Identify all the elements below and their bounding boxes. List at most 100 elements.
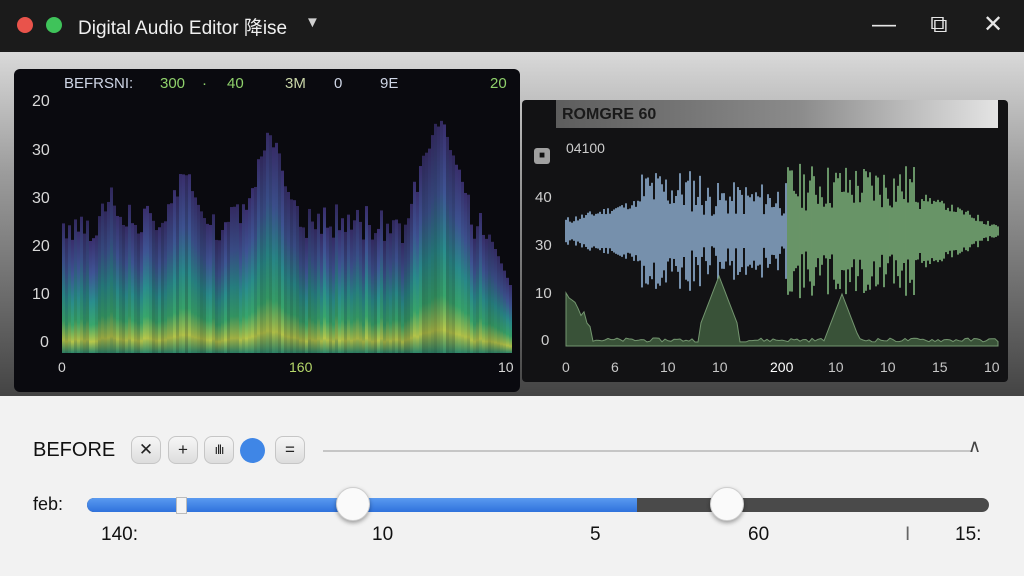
spectrogram-column <box>239 223 242 353</box>
zoom-window-dot[interactable] <box>46 17 62 33</box>
spectrogram-column <box>242 204 245 353</box>
spectrogram-column <box>272 147 275 353</box>
spectrogram-column <box>128 204 131 353</box>
chevron-down-icon[interactable]: ▼ <box>305 14 320 31</box>
spectrogram-column <box>353 220 356 353</box>
scale-label: 60 <box>748 524 770 545</box>
spectrogram-column <box>122 224 125 353</box>
spectrogram-column <box>140 232 143 353</box>
spectrogram-column <box>269 135 272 353</box>
spectrogram-column <box>425 152 428 353</box>
spectrogram-column <box>422 155 425 353</box>
spectrogram-column <box>284 186 287 353</box>
spectrogram-column <box>245 209 248 353</box>
spectrogram-column <box>377 228 380 353</box>
spectrogram-column <box>62 223 65 353</box>
spectrogram-column <box>482 234 485 353</box>
spectrogram-plot <box>62 120 512 354</box>
spectrogram-column <box>80 216 83 353</box>
waveform-plot <box>565 163 999 347</box>
spectrogram-column <box>95 235 98 353</box>
scale-label: 140: <box>101 524 138 545</box>
spectrogram-column <box>218 240 221 353</box>
slider-thumb-start[interactable] <box>336 487 370 521</box>
before-slider-track[interactable] <box>323 450 973 452</box>
spectrogram-column <box>431 135 434 353</box>
waveform-tool-button[interactable]: ıllı <box>204 436 234 464</box>
spectrogram-column <box>359 221 362 353</box>
x-tick-label: 10 <box>660 359 676 375</box>
spectrogram-column <box>65 238 68 353</box>
spectrogram-column <box>143 208 146 353</box>
spectrogram-column <box>89 240 92 353</box>
x-tick-label: 10 <box>828 359 844 375</box>
spectrogram-column <box>326 227 329 353</box>
spectrogram-column <box>386 223 389 353</box>
close-button[interactable]: ✕ <box>978 10 1008 40</box>
spectrogram-column <box>419 166 422 353</box>
app-title: Digital Audio Editor 降ise <box>78 18 288 39</box>
spectrogram-column <box>170 203 173 353</box>
spectrogram-column <box>491 241 494 353</box>
spectrogram-column <box>488 234 491 353</box>
spectrogram-column <box>344 231 347 353</box>
before-slider-marker[interactable]: ∧ <box>968 436 981 457</box>
spectrogram-column <box>290 199 293 353</box>
spectrogram-column <box>302 227 305 353</box>
title-bar: Digital Audio Editor 降ise ▼ — ⧉ ✕ <box>0 0 1024 52</box>
spectrogram-column <box>317 213 320 353</box>
spectrogram-column <box>158 227 161 353</box>
spectrogram-column <box>266 132 269 353</box>
spectrogram-column <box>206 223 209 353</box>
add-tool-button[interactable]: + <box>168 436 198 464</box>
spectrogram-column <box>260 156 263 353</box>
spectrogram-column <box>278 153 281 353</box>
spectrogram-column <box>479 213 482 353</box>
spectrogram-column <box>356 209 359 353</box>
spectrogram-column <box>332 237 335 353</box>
slider-tick-mark[interactable] <box>176 497 187 514</box>
spectrogram-column <box>461 181 464 353</box>
spectrogram-column <box>83 233 86 353</box>
spectrogram-column <box>257 159 260 353</box>
spectrogram-column <box>230 207 233 353</box>
slider-thumb-end[interactable] <box>710 487 744 521</box>
spectrogram-column <box>188 174 191 353</box>
spectrogram-column <box>323 207 326 353</box>
spectrogram-column <box>227 221 230 353</box>
main-slider-track[interactable] <box>87 498 989 512</box>
spectrogram-column <box>509 285 512 353</box>
maximize-button[interactable]: ⧉ <box>924 10 954 40</box>
spectrogram-column <box>119 216 122 353</box>
spectrogram-column <box>329 226 332 353</box>
spectrogram-column <box>497 256 500 353</box>
spectrogram-column <box>434 123 437 353</box>
spectrogram-column <box>365 206 368 353</box>
spectrogram-column <box>320 233 323 353</box>
close-window-dot[interactable] <box>17 17 33 33</box>
spectrogram-column <box>116 215 119 353</box>
spectrogram-column <box>380 210 383 353</box>
cross-tool-button[interactable]: ✕ <box>131 436 161 464</box>
spectrogram-column <box>437 126 440 353</box>
equals-tool-button[interactable]: = <box>275 436 305 464</box>
spectrogram-column <box>203 218 206 353</box>
waveform-panel[interactable]: ROMGRE 60 ■ 04100 40 30 10 0 0 6 10 10 2… <box>522 100 1008 382</box>
spectrogram-column <box>296 205 299 353</box>
spectrogram-column <box>161 222 164 353</box>
x-tick-label: 160 <box>289 359 313 375</box>
spectrogram-column <box>77 231 80 353</box>
spectrogram-panel[interactable]: BEFRSNI: 300 · 40 3M 0 9E 20 20 30 30 20… <box>14 69 520 392</box>
record-button[interactable] <box>240 438 265 463</box>
spectrogram-column <box>209 224 212 353</box>
spectrogram-column <box>299 226 302 353</box>
spectrogram-column <box>191 191 194 353</box>
minimize-button[interactable]: — <box>869 10 899 40</box>
spectrogram-column <box>248 198 251 353</box>
spectrogram-column <box>314 229 317 353</box>
x-tick-label: 10 <box>498 359 514 375</box>
spectrogram-column <box>416 191 419 353</box>
spectrogram-column <box>389 233 392 353</box>
spectrogram-column <box>368 225 371 353</box>
x-tick-label: 200 <box>770 359 794 375</box>
